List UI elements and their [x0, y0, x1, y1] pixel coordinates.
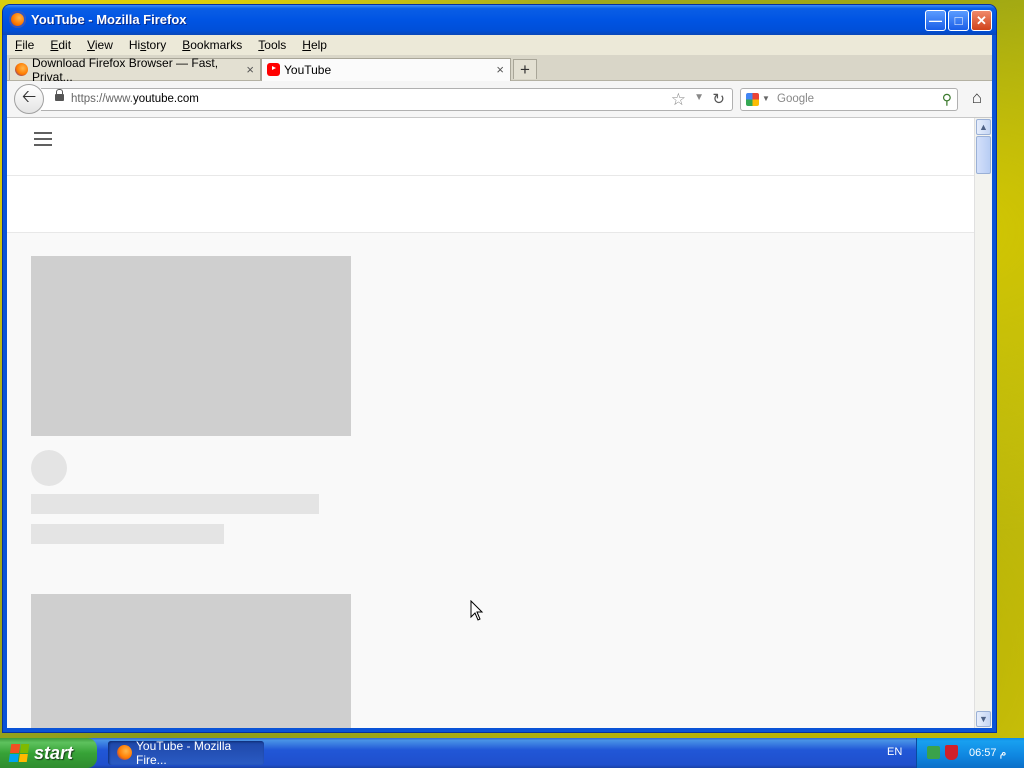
scroll-thumb[interactable]	[976, 136, 991, 174]
chevron-down-icon[interactable]: ▼	[762, 94, 770, 103]
hamburger-menu-icon[interactable]	[34, 132, 52, 146]
tab-youtube[interactable]: YouTube ×	[261, 58, 511, 81]
clock[interactable]: 06:57 م	[969, 746, 1006, 759]
menu-bar: File Edit View History Bookmarks Tools H…	[7, 35, 992, 55]
search-placeholder: Google	[777, 93, 815, 105]
menu-history[interactable]: History	[121, 38, 174, 52]
taskbar: start YouTube - Mozilla Fire... EN 06:57…	[0, 738, 1024, 768]
search-bar[interactable]: ▼ Google ⚲	[740, 88, 958, 111]
browser-frame: File Edit View History Bookmarks Tools H…	[7, 35, 992, 728]
system-tray: 06:57 م	[916, 738, 1024, 768]
google-icon[interactable]	[746, 93, 759, 106]
url-text: https://www.youtube.com	[71, 93, 199, 105]
home-icon[interactable]: ⌂	[972, 88, 982, 108]
tab-label: Download Firefox Browser — Fast, Privat.…	[32, 55, 219, 84]
skeleton-title-line	[31, 494, 319, 514]
tab-download-firefox[interactable]: Download Firefox Browser — Fast, Privat.…	[9, 56, 261, 84]
menu-help[interactable]: Help	[294, 38, 335, 52]
skeleton-meta-line	[31, 524, 224, 544]
close-button[interactable]: ✕	[971, 10, 992, 31]
skeleton-avatar	[31, 450, 67, 486]
taskbar-button-label: YouTube - Mozilla Fire...	[136, 739, 232, 767]
browser-window: YouTube - Mozilla Firefox — □ ✕ File Edi…	[3, 5, 996, 732]
lock-icon	[55, 89, 64, 101]
network-icon[interactable]	[927, 746, 940, 759]
page-content	[7, 118, 975, 728]
menu-bookmarks[interactable]: Bookmarks	[174, 38, 250, 52]
skeleton-thumbnail	[31, 594, 351, 728]
back-arrow-icon: 🡠	[21, 86, 37, 106]
tab-strip: Download Firefox Browser — Fast, Privat.…	[7, 55, 992, 84]
taskbar-firefox-button[interactable]: YouTube - Mozilla Fire...	[108, 739, 264, 767]
chip-bar-placeholder	[7, 176, 975, 233]
reload-icon[interactable]: ↻	[712, 90, 725, 108]
mouse-cursor-icon	[470, 600, 484, 621]
menu-edit[interactable]: Edit	[42, 38, 79, 52]
navigation-toolbar: https://www.youtube.com ☆ ▼ ↻ 🡠 ▼ Google…	[7, 81, 992, 118]
bookmark-star-icon[interactable]: ☆	[671, 90, 686, 110]
back-button[interactable]: 🡠	[14, 84, 44, 114]
menu-file[interactable]: File	[7, 38, 42, 52]
start-button[interactable]: start	[0, 738, 97, 768]
menu-view[interactable]: View	[79, 38, 121, 52]
scroll-up-button[interactable]: ▲	[976, 119, 991, 135]
new-tab-button[interactable]: +	[513, 59, 537, 79]
scroll-down-button[interactable]: ▼	[976, 711, 991, 727]
firefox-icon	[117, 745, 132, 760]
url-bar[interactable]: https://www.youtube.com ☆ ▼ ↻	[41, 88, 733, 111]
minimize-button[interactable]: —	[925, 10, 946, 31]
search-icon[interactable]: ⚲	[942, 91, 952, 108]
title-bar[interactable]: YouTube - Mozilla Firefox — □ ✕	[3, 5, 996, 35]
close-tab-icon[interactable]: ×	[246, 62, 254, 77]
history-dropdown-icon[interactable]: ▼	[694, 92, 704, 103]
firefox-icon	[15, 63, 28, 76]
start-label: start	[34, 742, 74, 763]
youtube-icon	[267, 63, 280, 76]
security-shield-icon[interactable]	[945, 745, 958, 760]
firefox-icon	[9, 11, 26, 28]
window-title: YouTube - Mozilla Firefox	[31, 12, 187, 27]
close-tab-icon[interactable]: ×	[496, 62, 504, 77]
maximize-button[interactable]: □	[948, 10, 969, 31]
windows-logo-icon	[8, 744, 30, 762]
youtube-header	[7, 118, 975, 176]
menu-tools[interactable]: Tools	[250, 38, 294, 52]
skeleton-thumbnail	[31, 256, 351, 436]
language-indicator[interactable]: EN	[887, 746, 902, 758]
vertical-scrollbar[interactable]: ▲ ▼	[974, 118, 992, 728]
tab-label: YouTube	[284, 63, 332, 77]
